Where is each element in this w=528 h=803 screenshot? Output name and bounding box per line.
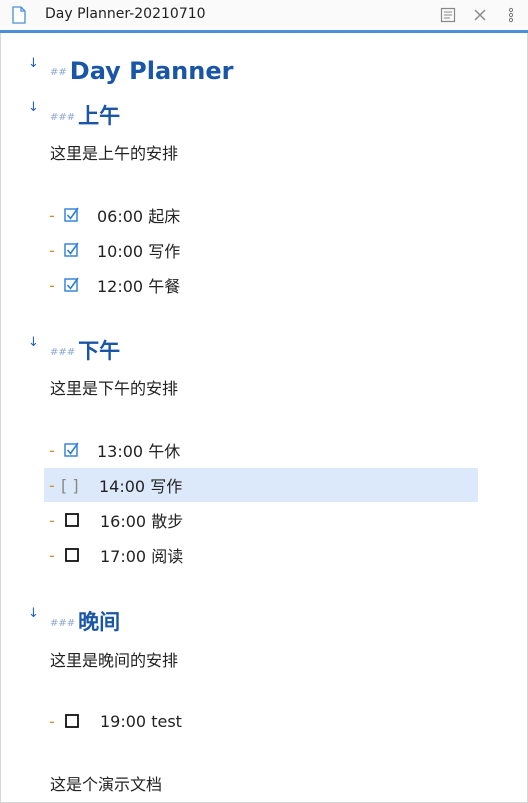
reader-mode-icon[interactable] — [439, 6, 457, 24]
checked-checkbox-icon[interactable] — [61, 277, 83, 293]
heading-evening: ### 晚间 — [50, 606, 120, 636]
list-dash: - — [49, 275, 55, 295]
list-dash: - — [49, 711, 55, 731]
footer-paragraph: 这是个演示文档 — [50, 775, 163, 794]
task-text: 19:00 test — [100, 711, 182, 731]
heading-text: 上午 — [78, 104, 121, 128]
list-dash: - — [49, 440, 55, 460]
heading-afternoon: ### 下午 — [50, 335, 120, 365]
list-dash: - — [49, 545, 55, 565]
task-text: 13:00 午休 — [97, 442, 181, 461]
unchecked-checkbox-icon[interactable] — [61, 713, 83, 729]
task-text: 10:00 写作 — [97, 242, 181, 261]
heading-marker: ### — [50, 617, 76, 629]
heading-marker: ## — [50, 66, 67, 78]
list-dash: - — [49, 510, 55, 530]
task-item[interactable]: - 12:00 午餐 — [44, 268, 478, 302]
heading-marker: ### — [50, 111, 76, 123]
checked-checkbox-icon[interactable] — [61, 242, 83, 258]
title-bar: Day Planner-20210710 — [0, 0, 528, 33]
list-dash: - — [49, 475, 55, 495]
collapse-arrow-icon[interactable]: ↓ — [28, 100, 39, 115]
collapse-arrow-icon[interactable]: ↓ — [28, 56, 39, 71]
more-options-icon[interactable] — [505, 6, 517, 24]
morning-description: 这里是上午的安排 — [50, 144, 179, 163]
task-text: 16:00 散步 — [100, 512, 184, 531]
list-dash: - — [49, 205, 55, 225]
checked-checkbox-icon[interactable] — [61, 207, 83, 223]
unchecked-checkbox-icon[interactable] — [61, 547, 83, 563]
task-item[interactable]: - 16:00 散步 — [44, 503, 478, 537]
evening-description: 这里是晚间的安排 — [50, 651, 179, 670]
task-text: 06:00 起床 — [97, 207, 181, 226]
task-text: 17:00 阅读 — [100, 547, 184, 566]
task-text: 14:00 写作 — [99, 477, 183, 496]
editor-content[interactable]: ↓ ## Day Planner ↓ ### 上午 这里是上午的安排 - 06:00… — [0, 33, 528, 803]
collapse-arrow-icon[interactable]: ↓ — [28, 335, 39, 350]
unchecked-checkbox-icon[interactable] — [61, 512, 83, 528]
collapse-arrow-icon[interactable]: ↓ — [28, 606, 39, 621]
window-title: Day Planner-20210710 — [45, 6, 206, 22]
heading-text: 下午 — [78, 339, 121, 363]
afternoon-description: 这里是下午的安排 — [50, 379, 179, 398]
task-item-active[interactable]: - [ ] 14:00 写作 — [44, 468, 478, 502]
task-item[interactable]: - 10:00 写作 — [44, 233, 478, 267]
heading-day-planner: ## Day Planner — [50, 57, 233, 85]
task-item[interactable]: - 19:00 test — [44, 704, 478, 738]
task-item[interactable]: - 06:00 起床 — [44, 198, 478, 232]
task-item[interactable]: - 17:00 阅读 — [44, 538, 478, 572]
heading-marker: ### — [50, 346, 76, 358]
checked-checkbox-icon[interactable] — [61, 442, 83, 458]
task-item[interactable]: - 13:00 午休 — [44, 433, 478, 467]
heading-text: 晚间 — [78, 610, 121, 634]
close-icon[interactable] — [471, 6, 489, 24]
heading-morning: ### 上午 — [50, 100, 120, 130]
task-text: 12:00 午餐 — [97, 277, 181, 296]
heading-text: Day Planner — [69, 57, 234, 85]
raw-checkbox-markup[interactable]: [ ] — [61, 476, 99, 495]
document-icon — [12, 6, 26, 28]
list-dash: - — [49, 240, 55, 260]
